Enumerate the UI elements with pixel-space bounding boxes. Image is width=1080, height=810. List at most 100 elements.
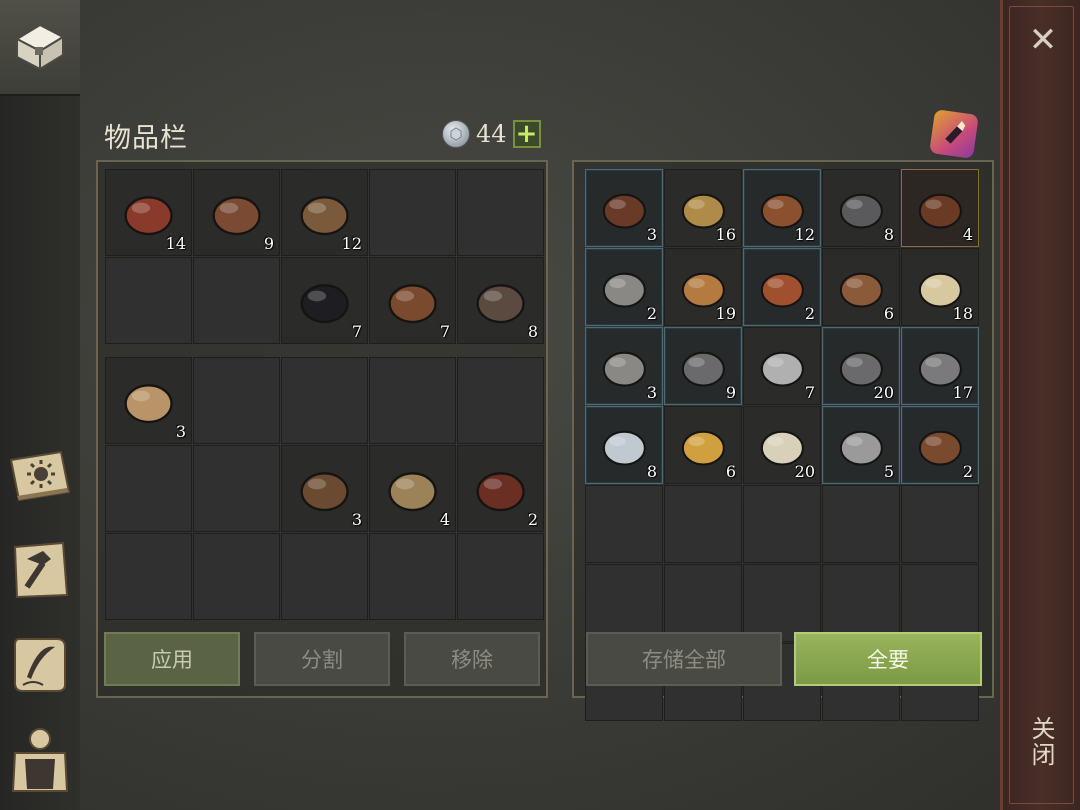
storage-empty-slot[interactable]	[664, 564, 742, 642]
inventory-empty-slot[interactable]	[281, 533, 368, 620]
inventory-empty-slot[interactable]	[369, 169, 456, 256]
item-quantity: 3	[175, 422, 186, 441]
item-quantity: 8	[883, 225, 894, 244]
storage-empty-slot[interactable]	[585, 564, 663, 642]
item-quantity: 2	[804, 304, 815, 323]
item-quantity: 9	[725, 383, 736, 402]
left-sidebar	[0, 0, 80, 810]
storage-item-slot[interactable]: 2	[901, 406, 979, 484]
inventory-empty-slot[interactable]	[369, 533, 456, 620]
inventory-empty-slot[interactable]	[281, 357, 368, 444]
take-all-button[interactable]: 全要	[794, 632, 982, 686]
chest-tab[interactable]	[0, 0, 80, 96]
inventory-item-slot[interactable]: 7	[369, 257, 456, 344]
inventory-item-slot[interactable]: 3	[105, 357, 192, 444]
inventory-item-slot[interactable]: 3	[281, 445, 368, 532]
inventory-grid-1: 14 9 12 7 7 8	[105, 169, 544, 344]
page-title: 物品栏	[104, 123, 188, 154]
item-quantity: 17	[952, 383, 973, 402]
storage-empty-slot[interactable]	[901, 485, 979, 563]
storage-item-slot[interactable]: 8	[822, 169, 900, 247]
inventory-empty-slot[interactable]	[193, 257, 280, 344]
inventory-empty-slot[interactable]	[193, 357, 280, 444]
storage-item-slot[interactable]: 18	[901, 248, 979, 326]
item-quantity: 6	[725, 462, 736, 481]
storage-item-slot[interactable]: 9	[664, 327, 742, 405]
journal-button[interactable]	[6, 444, 74, 512]
storage-item-slot[interactable]: 12	[743, 169, 821, 247]
item-quantity: 20	[873, 383, 894, 402]
storage-item-slot[interactable]: 2	[743, 248, 821, 326]
broom-icon	[938, 116, 970, 152]
item-quantity: 14	[165, 234, 186, 253]
item-quantity: 12	[341, 234, 362, 253]
storage-empty-slot[interactable]	[743, 564, 821, 642]
quest-scroll-icon	[9, 633, 71, 699]
storage-item-slot[interactable]: 16	[664, 169, 742, 247]
crafting-button[interactable]	[6, 538, 74, 606]
storage-empty-slot[interactable]	[901, 564, 979, 642]
item-quantity: 3	[646, 225, 657, 244]
character-icon	[9, 723, 71, 797]
close-label[interactable]: 关闭	[1027, 716, 1059, 768]
close-bar[interactable]: ✕ 关闭	[1000, 0, 1080, 810]
auto-sort-button[interactable]	[929, 109, 979, 159]
inventory-empty-slot[interactable]	[193, 533, 280, 620]
apply-button[interactable]: 应用	[104, 632, 240, 686]
storage-empty-slot[interactable]	[743, 485, 821, 563]
inventory-empty-slot[interactable]	[105, 533, 192, 620]
item-quantity: 4	[962, 225, 973, 244]
inventory-empty-slot[interactable]	[193, 445, 280, 532]
inventory-empty-slot[interactable]	[369, 357, 456, 444]
storage-item-slot[interactable]: 6	[822, 248, 900, 326]
inventory-empty-slot[interactable]	[457, 357, 544, 444]
storage-item-slot[interactable]: 2	[585, 248, 663, 326]
storage-item-slot[interactable]: 8	[585, 406, 663, 484]
inventory-item-slot[interactable]: 4	[369, 445, 456, 532]
storage-empty-slot[interactable]	[822, 485, 900, 563]
item-quantity: 3	[351, 510, 362, 529]
item-quantity: 3	[646, 383, 657, 402]
inventory-item-slot[interactable]: 7	[281, 257, 368, 344]
inventory-item-slot[interactable]: 9	[193, 169, 280, 256]
quests-button[interactable]	[6, 632, 74, 700]
storage-empty-slot[interactable]	[664, 485, 742, 563]
storage-item-slot[interactable]: 5	[822, 406, 900, 484]
item-quantity: 2	[527, 510, 538, 529]
inventory-item-slot[interactable]: 2	[457, 445, 544, 532]
storage-item-slot[interactable]: 20	[822, 327, 900, 405]
character-button[interactable]	[6, 726, 74, 794]
remove-button[interactable]: 移除	[404, 632, 540, 686]
store-all-button[interactable]: 存储全部	[586, 632, 782, 686]
item-quantity: 7	[804, 383, 815, 402]
inventory-empty-slot[interactable]	[105, 445, 192, 532]
close-icon[interactable]: ✕	[1023, 20, 1063, 60]
storage-empty-slot[interactable]	[822, 564, 900, 642]
item-quantity: 2	[646, 304, 657, 323]
item-quantity: 19	[715, 304, 736, 323]
storage-item-slot[interactable]: 7	[743, 327, 821, 405]
storage-item-slot[interactable]: 4	[901, 169, 979, 247]
crafting-hammer-icon	[9, 539, 71, 605]
storage-item-slot[interactable]: 3	[585, 327, 663, 405]
split-button[interactable]: 分割	[254, 632, 390, 686]
inventory-item-slot[interactable]: 14	[105, 169, 192, 256]
inventory-empty-slot[interactable]	[457, 169, 544, 256]
storage-item-slot[interactable]: 17	[901, 327, 979, 405]
inventory-item-slot[interactable]: 8	[457, 257, 544, 344]
item-quantity: 16	[715, 225, 736, 244]
storage-item-slot[interactable]: 20	[743, 406, 821, 484]
sun-book-icon	[7, 446, 73, 510]
storage-item-slot[interactable]: 6	[664, 406, 742, 484]
item-quantity: 12	[794, 225, 815, 244]
inventory-empty-slot[interactable]	[457, 533, 544, 620]
inventory-item-slot[interactable]: 12	[281, 169, 368, 256]
item-quantity: 4	[439, 510, 450, 529]
item-quantity: 18	[952, 304, 973, 323]
storage-empty-slot[interactable]	[585, 485, 663, 563]
add-currency-button[interactable]: +	[512, 120, 541, 148]
storage-item-slot[interactable]: 3	[585, 169, 663, 247]
item-quantity: 8	[646, 462, 657, 481]
storage-item-slot[interactable]: 19	[664, 248, 742, 326]
inventory-empty-slot[interactable]	[105, 257, 192, 344]
